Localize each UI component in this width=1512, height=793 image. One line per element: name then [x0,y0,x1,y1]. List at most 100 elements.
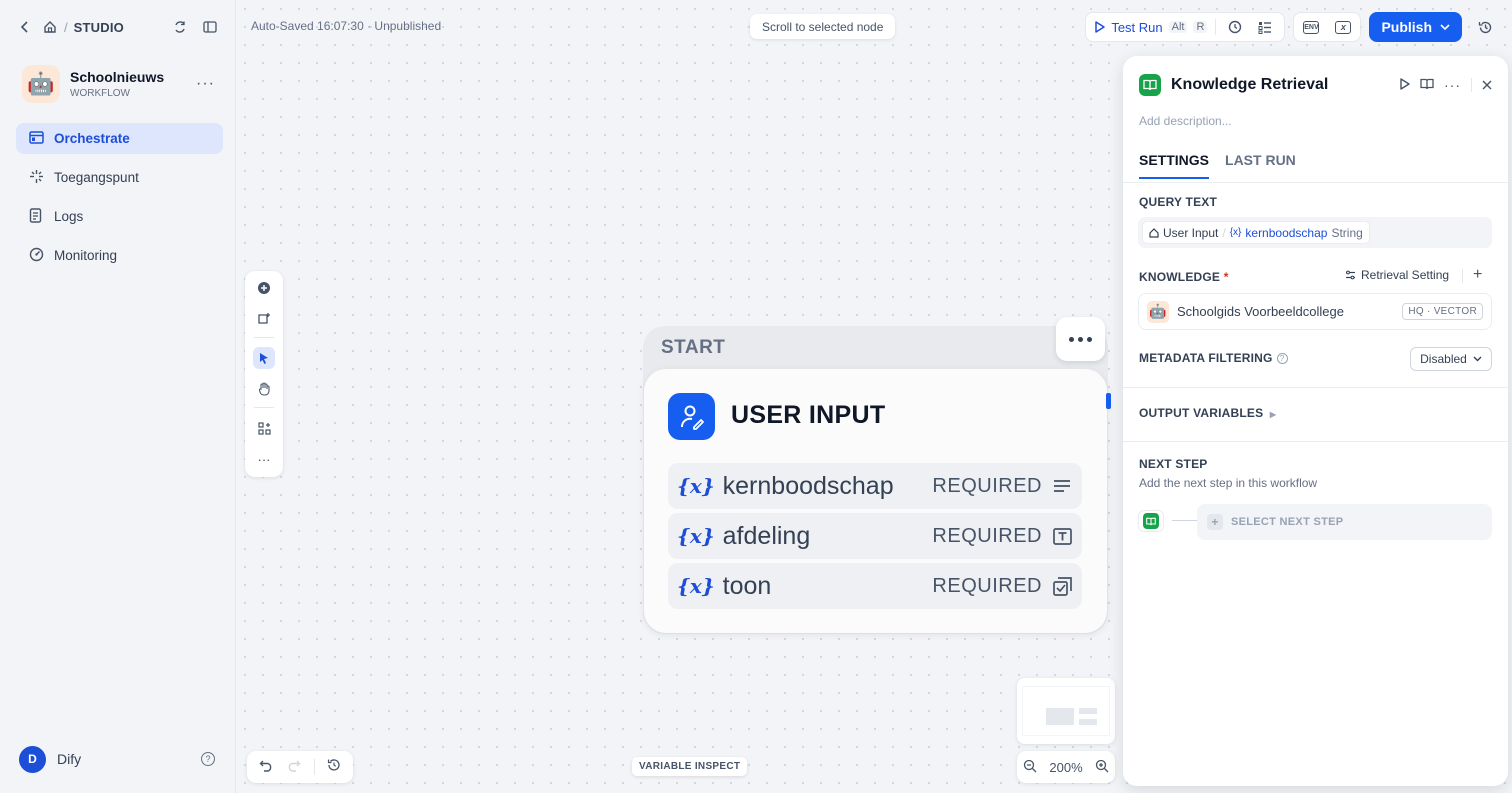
add-note-icon[interactable] [253,308,275,330]
scroll-to-selected-node-button[interactable]: Scroll to selected node [750,14,896,39]
orchestrate-icon [28,130,44,147]
zoom-in-icon[interactable] [1095,759,1109,776]
metadata-filtering-value: Disabled [1420,352,1467,366]
variable-type: String [1331,225,1363,240]
current-node-icon [1138,510,1164,532]
variable-prefix: {x} [1229,227,1242,238]
tab-last-run[interactable]: LAST RUN [1225,152,1296,179]
node-more-icon[interactable] [1056,317,1105,361]
query-text-field[interactable]: User Input / {x} kernboodschap String [1138,217,1492,248]
zoom-out-icon[interactable] [1023,759,1037,776]
home-icon[interactable] [42,16,58,38]
app-type: WORKFLOW [70,88,130,99]
variable-name: kernboodschap [722,471,894,500]
metadata-filtering-label: METADATA FILTERING? [1139,351,1288,365]
sidebar-item-monitoring[interactable]: Monitoring [16,240,223,271]
select-icon [1052,576,1072,596]
pointer-mode-icon[interactable] [253,347,275,369]
help-icon[interactable]: ? [201,752,215,766]
panel-title[interactable]: Knowledge Retrieval [1171,76,1328,94]
knowledge-name: Schoolgids Voorbeeldcollege [1177,304,1344,319]
back-chevron-icon[interactable] [14,16,36,38]
breadcrumb-studio[interactable]: STUDIO [74,20,124,35]
sidebar-item-label: Logs [54,209,84,224]
node-output-handle[interactable] [1106,393,1111,409]
checklist-icon[interactable] [1254,16,1276,38]
close-icon[interactable] [1482,78,1492,93]
app-more-icon[interactable]: ··· [196,75,215,93]
history-icon[interactable] [327,758,341,776]
more-icon[interactable]: ··· [253,448,275,470]
checklist-clock-icon[interactable] [1224,16,1246,38]
version-history-icon[interactable] [1470,12,1500,42]
minimap-node [1079,719,1097,725]
breadcrumb-separator: / [64,19,68,35]
publish-button[interactable]: Publish [1369,12,1462,42]
variable-separator: / [1222,225,1226,240]
add-knowledge-icon[interactable]: + [1473,266,1482,284]
metadata-filtering-select[interactable]: Disabled [1410,347,1492,371]
env-variables-icon[interactable]: ENV [1300,16,1322,38]
sidebar-item-logs[interactable]: Logs [16,201,223,232]
canvas-tool-palette: ··· [245,271,283,477]
retrieval-setting-button[interactable]: Retrieval Setting [1345,268,1449,282]
variable-source: User Input [1163,225,1219,240]
zoom-level[interactable]: 200% [1049,760,1082,775]
run-node-icon[interactable] [1399,77,1410,93]
knowledge-label: KNOWLEDGE * [1139,270,1229,284]
tab-settings[interactable]: SETTINGS [1139,152,1210,179]
logs-icon [28,207,44,226]
knowledge-item[interactable]: 🤖 Schoolgids Voorbeeldcollege HQ · VECTO… [1138,293,1492,330]
app-name: Schoolnieuws [70,69,165,85]
collapse-sidebar-icon[interactable] [199,16,221,38]
organize-blocks-icon[interactable] [253,417,275,439]
description-input[interactable]: Add description... [1139,114,1232,128]
undo-icon[interactable] [259,758,274,776]
index-badge: HQ · VECTOR [1402,303,1483,320]
app-card[interactable]: 🤖 Schoolnieuws WORKFLOW ··· [22,64,215,104]
variable-reference-chip[interactable]: User Input / {x} kernboodschap String [1142,221,1370,244]
minimap-node [1046,708,1074,725]
minimap-node [1079,708,1097,714]
variable-row[interactable]: {x} toon REQUIRED [668,563,1082,609]
redo-icon[interactable] [286,758,301,776]
required-label: REQUIRED [932,474,1042,497]
add-node-icon[interactable] [253,277,275,299]
switch-icon[interactable] [169,16,191,38]
app-avatar: 🤖 [22,65,60,103]
metadata-filtering-text: METADATA FILTERING [1139,351,1273,365]
info-icon[interactable]: ? [1276,353,1288,364]
conversation-variables-icon[interactable]: x [1332,16,1354,38]
knowledge-retrieval-icon [1139,74,1161,96]
app-info: Schoolnieuws WORKFLOW [70,69,164,99]
select-next-step-label: SELECT NEXT STEP [1231,516,1344,528]
test-run-button[interactable]: Test Run Alt R [1094,20,1208,35]
sidebar-item-label: Monitoring [54,248,118,263]
sidebar: / STUDIO 🤖 Schoolnieuws WORKFLOW ··· Orc… [0,0,236,793]
user-menu[interactable]: D Dify ? [19,745,215,773]
connector-line [1172,520,1197,521]
divider [1123,441,1508,442]
shortcut-key: R [1193,21,1208,33]
divider [254,407,274,408]
plus-icon: + [1207,514,1223,530]
select-next-step-button[interactable]: + SELECT NEXT STEP [1197,504,1492,540]
minimap[interactable] [1017,678,1115,744]
variable-inspect-button[interactable]: VARIABLE INSPECT [632,757,748,776]
sidebar-item-toegangspunt[interactable]: Toegangspunt [16,162,223,193]
variable-name: kernboodschap [1245,225,1328,240]
output-variables-label: OUTPUT VARIABLES [1139,406,1264,420]
top-actions: Test Run Alt R ENV x Publish [1085,12,1512,42]
required-label: REQUIRED [932,574,1042,597]
home-icon [1149,227,1159,238]
query-text-label: QUERY TEXT [1139,195,1218,209]
hand-mode-icon[interactable] [253,378,275,400]
output-variables-toggle[interactable]: OUTPUT VARIABLES ▶ [1139,406,1276,420]
publish-label: Publish [1381,19,1432,35]
variable-row[interactable]: {x} kernboodschap REQUIRED [668,463,1082,509]
variable-row[interactable]: {x} afdeling REQUIRED [668,513,1082,559]
help-doc-icon[interactable] [1420,78,1434,93]
sidebar-item-orchestrate[interactable]: Orchestrate [16,123,223,154]
sidebar-nav: Orchestrate Toegangspunt Logs Monitoring [16,123,223,279]
more-icon[interactable]: ··· [1444,77,1461,93]
